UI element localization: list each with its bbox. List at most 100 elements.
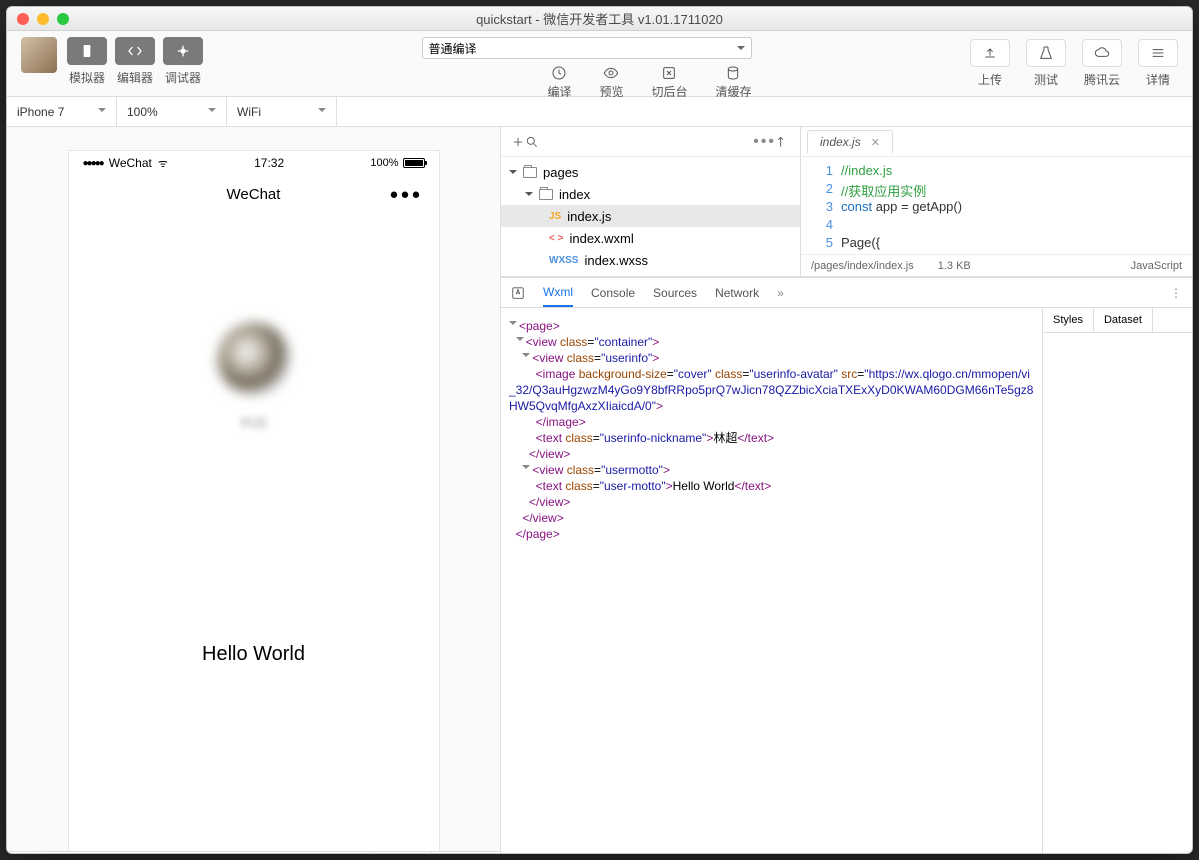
status-language: JavaScript [1131,260,1182,272]
devtools-tab-wxml[interactable]: Wxml [543,279,573,307]
tencent-cloud-button[interactable]: 腾讯云 [1082,39,1122,88]
more-icon[interactable]: ••• [753,133,776,151]
wxml-icon: < > [549,233,563,244]
upload-button[interactable]: 上传 [970,39,1010,88]
styles-tab[interactable]: Styles [1043,308,1094,332]
details-button[interactable]: 详情 [1138,39,1178,88]
carrier-label: WeChat [109,156,152,170]
page-params-cell[interactable]: 页面参数 [432,852,500,853]
editor-label: 编辑器 [117,69,153,86]
devtools-tab-console[interactable]: Console [591,280,635,306]
network-select[interactable]: WiFi [227,97,337,127]
status-time: 17:32 [254,156,284,170]
center-toolbar: 普通编译 编译 预览 切后台 清缓存 [422,37,752,100]
signal-icon: ●●●●● [83,158,103,169]
phone-statusbar: ●●●●● WeChat ᯤ 17:32 100% [69,151,439,175]
devtools-tab-network[interactable]: Network [715,280,759,306]
window-controls [7,13,69,25]
status-path: /pages/index/index.js [811,260,914,272]
tree-folder-pages[interactable]: pages [501,161,800,183]
editor-statusbar: /pages/index/index.js 1.3 KB JavaScript [801,254,1192,276]
devtools-panel: Wxml Console Sources Network » ⋮ <page> … [501,277,1192,853]
new-file-icon[interactable] [511,135,525,149]
nav-more-icon[interactable]: ●●● [389,186,422,203]
maximize-window-icon[interactable] [57,13,69,25]
copy-path-link[interactable]: 复制 [182,852,206,853]
title-bar: quickstart - 微信开发者工具 v1.01.1711020 [7,7,1192,31]
battery-percent: 100% [370,157,398,169]
inspect-icon[interactable] [511,286,525,300]
tree-file-index-wxss[interactable]: WXSS index.wxss [501,249,800,271]
js-icon: JS [549,211,561,222]
clear-cache-button[interactable]: 清缓存 [715,65,751,100]
scene-value-cell[interactable]: 场景值 [375,852,432,853]
code-content: //index.js //获取应用实例 const app = getApp()… [841,157,962,254]
right-toolbar: 上传 测试 腾讯云 详情 [970,37,1178,88]
editor-row: ••• pages index JS [501,127,1192,277]
devtools-sidebar: Styles Dataset [1042,308,1192,853]
code-area[interactable]: 123456 //index.js //获取应用实例 const app = g… [801,157,1192,254]
tree-file-index-js[interactable]: JS index.js [501,205,800,227]
devtools-tab-sources[interactable]: Sources [653,280,697,306]
window-title: quickstart - 微信开发者工具 v1.01.1711020 [7,9,1192,28]
page-path-label: 页面路径 [17,852,65,853]
minimize-window-icon[interactable] [37,13,49,25]
devtools-menu-icon[interactable]: ⋮ [1170,286,1182,300]
nav-title: WeChat [227,186,281,203]
background-button[interactable]: 切后台 [651,65,687,100]
wxss-icon: WXSS [549,255,578,266]
compile-mode-select[interactable]: 普通编译 [422,37,752,59]
editor-tab[interactable]: index.js ✕ [807,130,893,153]
debugger-toggle[interactable]: 调试器 [163,37,203,86]
app-window: quickstart - 微信开发者工具 v1.01.1711020 模拟器 编… [6,6,1193,854]
userinfo-nickname: 林超 [240,413,268,433]
close-tab-icon[interactable]: ✕ [871,136,880,149]
test-button[interactable]: 测试 [1026,39,1066,88]
wxml-tree[interactable]: <page> <view class="container"> <view cl… [501,308,1042,853]
main-area: ●●●●● WeChat ᯤ 17:32 100% WeChat ●●● [7,127,1192,853]
wifi-icon: ᯤ [158,156,168,171]
editor-tabs: index.js ✕ [801,127,1192,157]
dataset-tab[interactable]: Dataset [1094,308,1153,332]
main-toolbar: 模拟器 编辑器 调试器 普通编译 编译 预览 [7,31,1192,97]
panel-toggle-group: 模拟器 编辑器 调试器 [67,37,203,86]
status-size: 1.3 KB [938,260,971,272]
file-tree-toolbar: ••• [501,127,800,157]
editor-toggle[interactable]: 编辑器 [115,37,155,86]
simulator-controls: iPhone 7 100% WiFi [7,97,1192,127]
editor-debugger-panel: ••• pages index JS [501,127,1192,853]
collapse-icon[interactable] [776,135,790,149]
phone-frame: ●●●●● WeChat ᯤ 17:32 100% WeChat ●●● [69,151,439,851]
phone-content: 林超 Hello World [69,213,439,666]
file-tree-body: pages index JS index.js < > index.wxm [501,157,800,276]
close-window-icon[interactable] [17,13,29,25]
more-tabs-icon[interactable]: » [777,286,784,300]
battery-icon [403,158,425,168]
folder-icon [539,189,553,200]
folder-icon [523,167,537,178]
simulator-panel: ●●●●● WeChat ᯤ 17:32 100% WeChat ●●● [7,127,501,853]
simulator-toggle[interactable]: 模拟器 [67,37,107,86]
debugger-label: 调试器 [165,69,201,86]
simulator-footer: 页面路径 pages/index/index 复制 打开 场景值 页面参数 [7,851,500,853]
search-icon[interactable] [525,135,539,149]
zoom-select[interactable]: 100% [117,97,227,127]
devtools-body: <page> <view class="container"> <view cl… [501,308,1192,853]
preview-button[interactable]: 预览 [599,65,623,100]
compile-mode-value: 普通编译 [429,40,477,57]
simulator-label: 模拟器 [69,69,105,86]
phone-navbar: WeChat ●●● [69,175,439,213]
tree-folder-index[interactable]: index [501,183,800,205]
code-editor: index.js ✕ 123456 //index.js //获取应用实例 co… [801,127,1192,276]
devtools-tabs: Wxml Console Sources Network » ⋮ [501,278,1192,308]
tree-file-index-wxml[interactable]: < > index.wxml [501,227,800,249]
user-motto: Hello World [202,643,305,666]
user-avatar-icon[interactable] [21,37,57,73]
open-path-link[interactable]: 打开 [216,852,240,853]
line-gutter: 123456 [801,157,841,254]
device-select[interactable]: iPhone 7 [7,97,117,127]
userinfo-avatar[interactable] [218,323,290,395]
compile-button[interactable]: 编译 [547,65,571,100]
simulator-viewport: ●●●●● WeChat ᯤ 17:32 100% WeChat ●●● [7,127,500,851]
file-tree: ••• pages index JS [501,127,801,276]
